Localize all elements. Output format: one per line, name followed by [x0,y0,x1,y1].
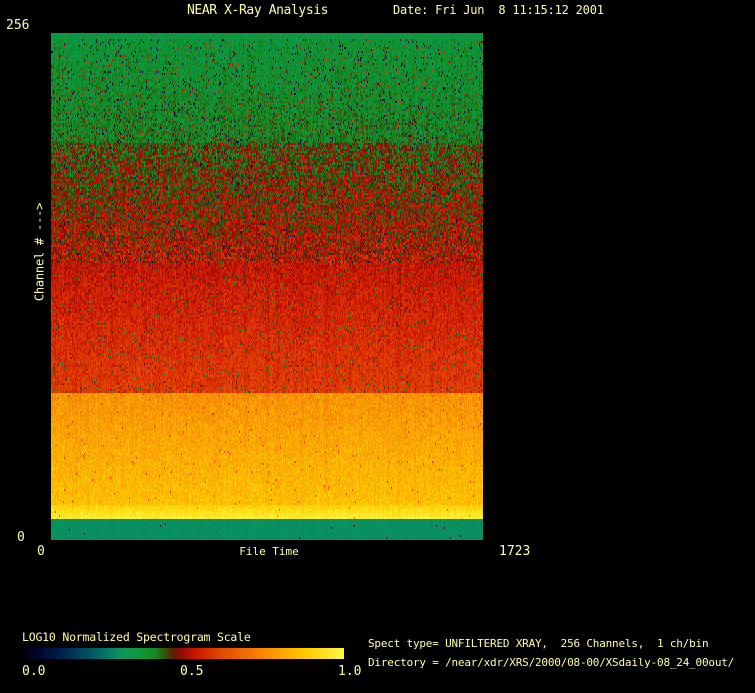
x-axis-title: File Time [239,545,299,558]
x-axis-min-tick: 0 [37,544,45,559]
y-axis-max-tick: 256 [6,18,30,33]
spectrogram-image [51,33,483,540]
colorbar-gradient [22,648,344,659]
colorbar-tick-05: 0.5 [180,664,204,679]
page-title: NEAR X-Ray Analysis [187,3,329,18]
x-axis-max-tick: 1723 [499,544,531,559]
directory-label: Directory = /near/xdr/XRS/2000/08-00/XSd… [368,656,735,669]
colorbar-title: LOG10 Normalized Spectrogram Scale [22,630,251,644]
spect-type-label: Spect type= UNFILTERED XRAY, 256 Channel… [368,637,709,650]
y-axis-min-tick: 0 [17,530,25,545]
date-label: Date: Fri Jun 8 11:15:12 2001 [393,3,604,17]
plot-window: NEAR X-Ray Analysis Date: Fri Jun 8 11:1… [0,0,755,693]
colorbar-tick-0: 0.0 [22,664,46,679]
colorbar-tick-1: 1.0 [338,664,362,679]
y-axis-title: Channel # ---> [32,202,47,302]
